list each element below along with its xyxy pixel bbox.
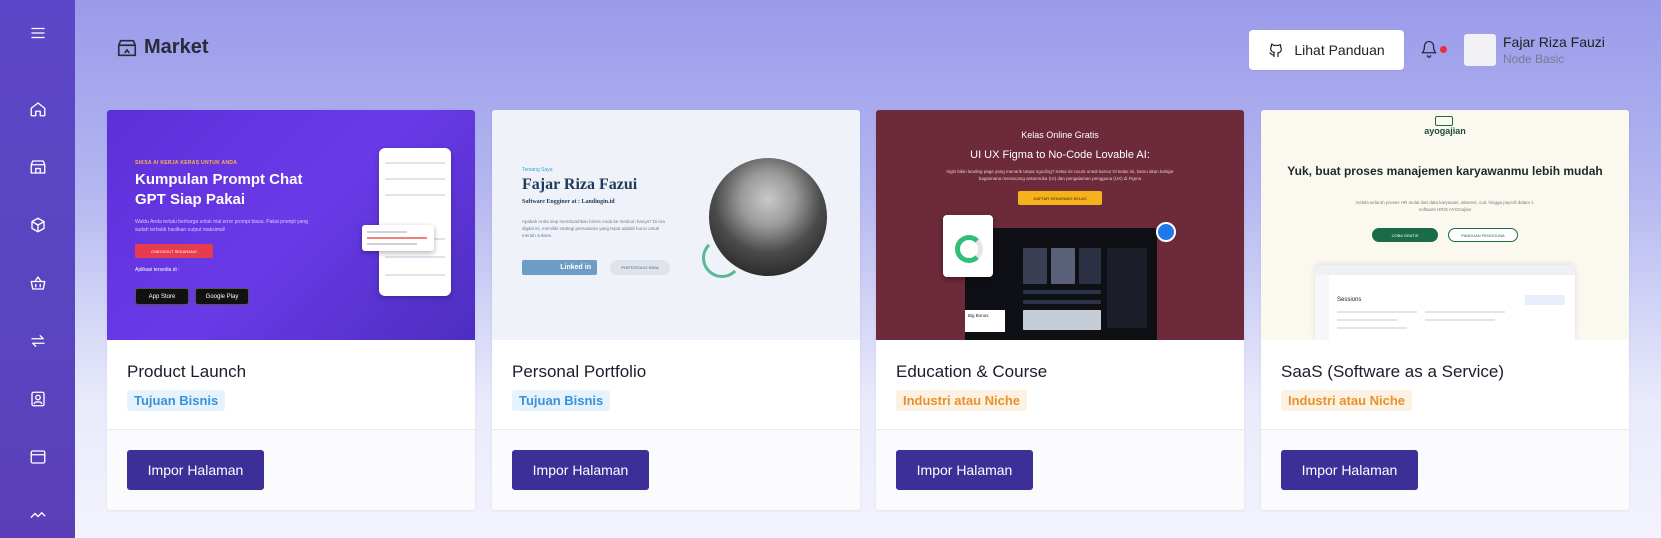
category-badge: Tujuan Bisnis	[127, 390, 226, 411]
import-page-button[interactable]: Impor Halaman	[127, 450, 264, 490]
template-preview[interactable]: Tentang Saya Fajar Riza Fazui Software E…	[492, 110, 860, 340]
user-plan: Node Basic	[1503, 52, 1565, 66]
github-icon	[1269, 43, 1283, 58]
category-badge: Tujuan Bisnis	[512, 390, 611, 411]
import-page-button[interactable]: Impor Halaman	[1281, 450, 1418, 490]
contact-icon	[30, 391, 45, 407]
sidebar-item-pages[interactable]	[0, 437, 75, 477]
template-preview[interactable]: SIKSA AI KERJA KERAS UNTUK ANDA Kumpulan…	[107, 110, 475, 340]
preview-headline: Kumpulan Prompt Chat GPT Siap Pakai	[135, 171, 303, 208]
browser-icon	[30, 450, 45, 464]
template-card-saas: ayogajian Yuk, buat proses manajemen kar…	[1261, 110, 1629, 510]
sidebar-item-analytics[interactable]	[0, 495, 75, 535]
preview-subtitle: Software Engginer at : Landingin.id	[522, 199, 615, 205]
preview-phone-mockup	[379, 148, 451, 296]
template-preview[interactable]: ayogajian Yuk, buat proses manajemen kar…	[1261, 110, 1629, 340]
preview-decor-arc	[702, 238, 742, 278]
basket-icon	[30, 276, 45, 290]
sidebar-item-transfer[interactable]	[0, 321, 75, 361]
preview-app-mockup: Sessions	[1315, 265, 1575, 340]
preview-headline: UI UX Figma to No-Code Lovable AI:	[970, 149, 1150, 161]
sidebar-item-home[interactable]	[0, 89, 75, 129]
template-title: Product Launch	[127, 362, 247, 381]
preview-body: Kelola seluruh proses HR mulai dari data…	[1356, 200, 1534, 212]
menu-icon	[30, 27, 45, 39]
guide-button[interactable]: Lihat Panduan	[1249, 30, 1404, 70]
preview-chat-popup	[362, 225, 434, 251]
template-card-product-launch: SIKSA AI KERJA KERAS UNTUK ANDA Kumpulan…	[107, 110, 475, 510]
preview-app-title: Sessions	[1337, 297, 1362, 303]
preview-progress-card	[943, 215, 993, 277]
preview-cta: DAFTAR SEKARANG KELAS	[1018, 191, 1102, 205]
template-title: Personal Portfolio	[512, 362, 647, 381]
page-title: Market	[116, 36, 208, 59]
preview-cta: CHECKOUT SEKARANG	[135, 244, 213, 258]
import-page-button[interactable]: Impor Halaman	[896, 450, 1033, 490]
preview-video-icon	[1156, 222, 1176, 242]
preview-logo: ayogajian	[1424, 126, 1466, 136]
preview-tag: Tentang Saya	[522, 167, 553, 173]
page-title-text: Market	[144, 36, 209, 58]
template-title: SaaS (Software as a Service)	[1281, 362, 1504, 381]
template-title: Education & Course	[896, 362, 1048, 381]
preview-tag: Kelas Online Gratis	[1021, 130, 1099, 140]
category-badge: Industri atau Niche	[1281, 390, 1413, 411]
category-badge: Industri atau Niche	[896, 390, 1028, 411]
preview-body: Waktu Anda terlalu berharga untuk trial …	[135, 219, 308, 233]
preview-body: Apakah Anda siap membutuhkan bisnis Anda…	[522, 219, 665, 238]
preview-headline: Yuk, buat proses manajemen karyawanmu le…	[1287, 164, 1603, 178]
user-name: Fajar Riza Fauzi	[1503, 34, 1605, 50]
preview-linkedin: Linked in	[522, 260, 597, 275]
avatar[interactable]	[1464, 34, 1496, 66]
sidebar	[0, 0, 75, 538]
preview-tag: SIKSA AI KERJA KERAS UNTUK ANDA	[135, 160, 238, 166]
menu-button[interactable]	[0, 13, 75, 53]
home-icon	[30, 102, 45, 117]
transfer-icon	[30, 335, 45, 347]
notification-dot	[1440, 46, 1447, 53]
preview-headline: Fajar Riza Fazui	[522, 176, 638, 193]
notification-button[interactable]	[1420, 40, 1447, 60]
template-preview[interactable]: Kelas Online Gratis UI UX Figma to No-Co…	[876, 110, 1244, 340]
store-icon	[117, 39, 137, 56]
preview-portfolio-button: PORTOFOLIO SAYA	[610, 260, 670, 275]
store-icon	[30, 160, 45, 174]
preview-secondary-button: PANDUAN PENGGUNA	[1448, 228, 1518, 242]
activity-icon	[30, 512, 45, 518]
preview-app-store: App Store	[135, 288, 189, 305]
sidebar-item-market[interactable]	[0, 263, 75, 303]
preview-google-play: Google Play	[195, 288, 249, 305]
bell-icon	[1421, 40, 1437, 58]
preview-logo-icon	[1435, 116, 1453, 126]
preview-body: Ingin bikin landing page yang menarik ta…	[946, 169, 1174, 181]
preview-available: Aplikasi tersedia di :	[135, 267, 180, 273]
sidebar-item-contacts[interactable]	[0, 379, 75, 419]
preview-bonus: Big Bonus	[965, 310, 1005, 332]
sidebar-item-products[interactable]	[0, 205, 75, 245]
sidebar-item-store[interactable]	[0, 147, 75, 187]
template-card-personal-portfolio: Tentang Saya Fajar Riza Fazui Software E…	[492, 110, 860, 510]
preview-primary-button: COBA GRATIS	[1372, 228, 1438, 242]
template-card-education-course: Kelas Online Gratis UI UX Figma to No-Co…	[876, 110, 1244, 510]
import-page-button[interactable]: Impor Halaman	[512, 450, 649, 490]
guide-button-label: Lihat Panduan	[1294, 42, 1385, 58]
box-icon	[30, 217, 45, 233]
